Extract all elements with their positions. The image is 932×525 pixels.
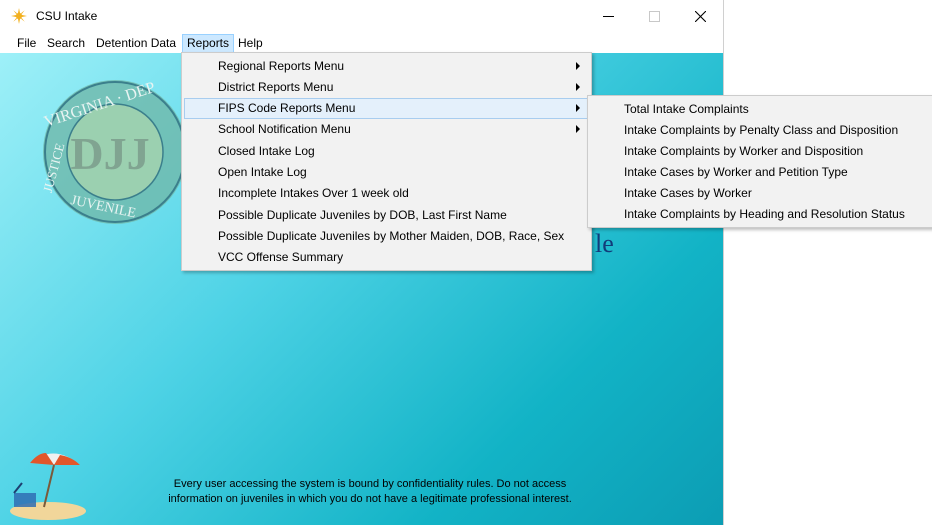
menu-file[interactable]: File bbox=[13, 35, 40, 52]
menu-item-label: Closed Intake Log bbox=[218, 144, 315, 158]
submenu-arrow-icon bbox=[576, 62, 580, 70]
close-button[interactable] bbox=[677, 0, 723, 33]
submenu-item-label: Intake Cases by Worker bbox=[624, 186, 752, 200]
submenu-item-complaints-penalty-class[interactable]: Intake Complaints by Penalty Class and D… bbox=[588, 120, 932, 141]
menu-item-label: School Notification Menu bbox=[218, 122, 351, 136]
menu-item-fips-code-reports[interactable]: FIPS Code Reports Menu bbox=[184, 98, 589, 119]
submenu-item-complaints-worker-disposition[interactable]: Intake Complaints by Worker and Disposit… bbox=[588, 141, 932, 162]
menu-search[interactable]: Search bbox=[43, 35, 89, 52]
close-icon bbox=[694, 11, 706, 22]
submenu-item-total-intake-complaints[interactable]: Total Intake Complaints bbox=[588, 99, 932, 120]
reports-dropdown-menu: Regional Reports Menu District Reports M… bbox=[181, 52, 592, 271]
menu-item-incomplete-intakes[interactable]: Incomplete Intakes Over 1 week old bbox=[184, 183, 589, 204]
fips-code-reports-submenu: Total Intake Complaints Intake Complaint… bbox=[587, 95, 932, 228]
notice-line-1: Every user accessing the system is bound… bbox=[173, 478, 567, 490]
submenu-item-label: Intake Complaints by Heading and Resolut… bbox=[624, 207, 905, 221]
submenu-arrow-icon bbox=[576, 83, 580, 91]
menu-item-label: Possible Duplicate Juveniles by DOB, Las… bbox=[218, 208, 507, 222]
menu-item-duplicate-by-mother-maiden[interactable]: Possible Duplicate Juveniles by Mother M… bbox=[184, 226, 589, 247]
sun-icon bbox=[11, 8, 27, 24]
menu-item-duplicate-by-dob-name[interactable]: Possible Duplicate Juveniles by DOB, Las… bbox=[184, 205, 589, 226]
beach-umbrella-icon bbox=[10, 453, 86, 520]
menu-item-label: Incomplete Intakes Over 1 week old bbox=[218, 186, 409, 200]
menu-item-label: FIPS Code Reports Menu bbox=[218, 101, 356, 115]
maximize-icon bbox=[648, 11, 660, 22]
menu-item-regional-reports[interactable]: Regional Reports Menu bbox=[184, 56, 589, 77]
menu-item-school-notification[interactable]: School Notification Menu bbox=[184, 119, 589, 140]
submenu-arrow-icon bbox=[576, 104, 580, 112]
menu-help[interactable]: Help bbox=[234, 35, 267, 52]
menu-item-closed-intake-log[interactable]: Closed Intake Log bbox=[184, 141, 589, 162]
menu-item-open-intake-log[interactable]: Open Intake Log bbox=[184, 162, 589, 183]
menu-reports[interactable]: Reports bbox=[182, 34, 235, 53]
menu-item-label: VCC Offense Summary bbox=[218, 250, 344, 264]
menu-item-label: Possible Duplicate Juveniles by Mother M… bbox=[218, 229, 565, 243]
menu-item-label: Regional Reports Menu bbox=[218, 59, 345, 73]
window-title: CSU Intake bbox=[36, 9, 98, 23]
notice-line-2: information on juveniles in which you do… bbox=[168, 493, 572, 505]
minimize-icon bbox=[602, 16, 614, 17]
minimize-button[interactable] bbox=[585, 0, 631, 33]
welcome-text-fragment: le bbox=[595, 229, 614, 258]
djj-seal-logo: VIRGINIA · DEP JUVENILE JUSTICE DJJ bbox=[40, 79, 187, 224]
submenu-item-complaints-heading-resolution[interactable]: Intake Complaints by Heading and Resolut… bbox=[588, 204, 932, 225]
menu-item-label: District Reports Menu bbox=[218, 80, 334, 94]
submenu-item-cases-by-worker[interactable]: Intake Cases by Worker bbox=[588, 183, 932, 204]
submenu-item-label: Total Intake Complaints bbox=[624, 102, 749, 116]
menu-bar: File Search Detention Data Reports Help bbox=[0, 33, 723, 53]
menu-item-district-reports[interactable]: District Reports Menu bbox=[184, 77, 589, 98]
menu-item-label: Open Intake Log bbox=[218, 165, 307, 179]
title-bar[interactable]: CSU Intake bbox=[0, 0, 723, 33]
menu-detention-data[interactable]: Detention Data bbox=[92, 35, 180, 52]
confidentiality-notice: Every user accessing the system is bound… bbox=[140, 477, 600, 507]
submenu-item-cases-worker-petition[interactable]: Intake Cases by Worker and Petition Type bbox=[588, 162, 932, 183]
submenu-arrow-icon bbox=[576, 125, 580, 133]
menu-item-vcc-offense-summary[interactable]: VCC Offense Summary bbox=[184, 247, 589, 268]
submenu-item-label: Intake Complaints by Penalty Class and D… bbox=[624, 123, 899, 137]
submenu-item-label: Intake Complaints by Worker and Disposit… bbox=[624, 144, 864, 158]
maximize-button[interactable] bbox=[631, 0, 677, 33]
svg-text:DJJ: DJJ bbox=[70, 128, 149, 179]
submenu-item-label: Intake Cases by Worker and Petition Type bbox=[624, 165, 848, 179]
